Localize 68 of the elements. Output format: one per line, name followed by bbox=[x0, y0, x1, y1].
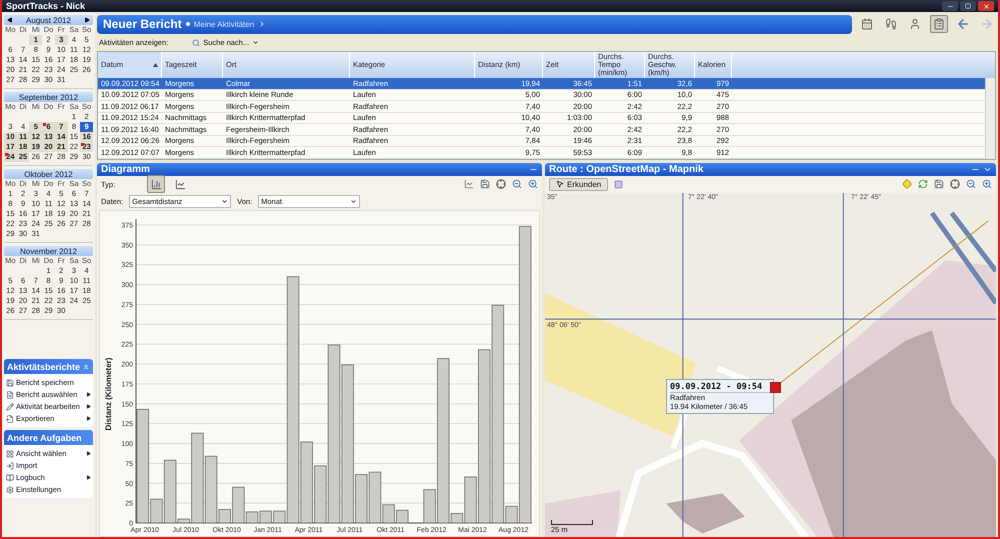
next-month-icon[interactable] bbox=[84, 17, 90, 23]
forward-icon bbox=[980, 17, 994, 31]
submenu-arrow-icon bbox=[86, 451, 91, 456]
popup-title: 09.09.2012 - 09:54 bbox=[670, 382, 770, 392]
bar bbox=[396, 509, 408, 523]
footprints-icon bbox=[885, 18, 897, 30]
book-icon bbox=[6, 474, 14, 482]
close-button[interactable] bbox=[978, 1, 994, 11]
bar-chart-icon bbox=[150, 178, 162, 190]
refresh-icon[interactable] bbox=[918, 179, 928, 189]
submenu-arrow-icon bbox=[86, 392, 91, 397]
chart-icon[interactable] bbox=[464, 179, 474, 189]
maximize-button[interactable] bbox=[960, 1, 976, 11]
month-title: November 2012 bbox=[19, 246, 78, 256]
zoom-out-icon[interactable] bbox=[966, 179, 976, 189]
explore-button[interactable]: Erkunden bbox=[549, 178, 608, 190]
submenu-arrow-icon bbox=[86, 404, 91, 409]
settings-icon bbox=[6, 486, 14, 494]
square-icon[interactable] bbox=[614, 180, 624, 188]
breadcrumb-link[interactable]: Meine Aktivitäten bbox=[194, 20, 254, 28]
submenu-arrow-icon bbox=[86, 416, 91, 421]
crosshair-icon[interactable] bbox=[496, 179, 506, 189]
panel-title: Route : OpenStreetMap - Mapnik bbox=[549, 164, 704, 174]
person-icon bbox=[909, 18, 921, 30]
previous-month-icon[interactable] bbox=[7, 17, 13, 23]
search-icon bbox=[192, 38, 200, 46]
window-title: SportTracks - Nick bbox=[6, 1, 86, 11]
caret-icon bbox=[252, 39, 260, 46]
pointer-icon bbox=[556, 180, 564, 188]
report-title: Neuer Bericht bbox=[103, 17, 182, 31]
calendar-icon bbox=[861, 18, 873, 30]
month-title: September 2012 bbox=[18, 92, 80, 102]
route-marker[interactable] bbox=[770, 382, 781, 392]
report-icon bbox=[933, 18, 945, 30]
save-icon[interactable] bbox=[934, 179, 944, 189]
bar bbox=[260, 510, 272, 523]
export-icon bbox=[6, 414, 14, 422]
back-icon bbox=[956, 17, 970, 31]
zoom-in-icon[interactable] bbox=[982, 179, 992, 189]
month-title: August 2012 bbox=[25, 16, 72, 24]
separator-dot-icon bbox=[186, 22, 190, 26]
chart-type-button[interactable] bbox=[147, 175, 166, 193]
maximize-icon bbox=[965, 3, 971, 9]
import-icon bbox=[6, 462, 14, 470]
zoom-in-icon[interactable] bbox=[528, 179, 538, 189]
pencil-icon bbox=[6, 402, 14, 410]
document-icon bbox=[6, 390, 14, 398]
submenu-arrow-icon bbox=[86, 475, 91, 480]
y-axis-label: Distanz (Kilometer) bbox=[104, 357, 113, 430]
task-panel-title: Aktivtätsberichte bbox=[7, 362, 80, 372]
crosshair-icon[interactable] bbox=[950, 179, 960, 189]
diamond-icon[interactable] bbox=[902, 179, 912, 189]
month-title: Oktober 2012 bbox=[23, 170, 74, 178]
caret-icon bbox=[221, 198, 228, 204]
sort-ascending-icon bbox=[153, 63, 158, 67]
line-chart-icon bbox=[174, 178, 186, 190]
scrollbar[interactable] bbox=[985, 78, 995, 158]
save-icon[interactable] bbox=[480, 179, 490, 189]
panel-title: Diagramm bbox=[101, 164, 150, 174]
view-button[interactable] bbox=[930, 15, 948, 33]
collapse-icon[interactable] bbox=[82, 362, 90, 370]
minimize-button[interactable] bbox=[942, 1, 958, 11]
close-icon bbox=[982, 2, 990, 10]
caret-icon bbox=[350, 198, 358, 204]
task-panel-title: Andere Aufgaben bbox=[7, 432, 82, 442]
zoom-out-icon[interactable] bbox=[512, 179, 522, 189]
grid-icon bbox=[6, 450, 14, 458]
scale-bar bbox=[551, 520, 593, 525]
